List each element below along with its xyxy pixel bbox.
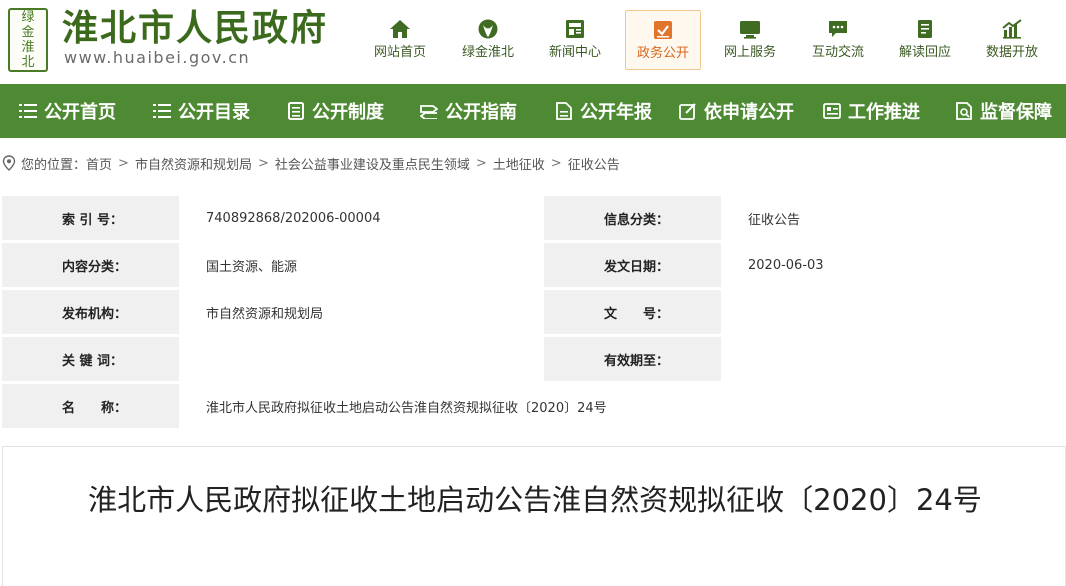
- topnav-label: 数据开放: [985, 45, 1038, 60]
- leaf-globe-icon: [477, 18, 499, 40]
- index-number-label: 索 引 号：: [2, 196, 179, 240]
- document-number-label: 文 号：: [544, 290, 721, 334]
- breadcrumb-separator: >: [550, 155, 562, 171]
- supervise-icon: [954, 101, 974, 121]
- gov-open-icon: [652, 19, 674, 41]
- topnav-open-data[interactable]: 数据开放: [974, 10, 1050, 70]
- table-row: 名 称： 淮北市人民政府拟征收土地启动公告淮自然资规拟征收〔2020〕24号: [2, 384, 1066, 428]
- breadcrumb-separator: >: [257, 155, 269, 171]
- mainnav-label: 公开首页: [44, 102, 116, 123]
- table-row: 关 键 词： 有效期至：: [2, 337, 1066, 381]
- topnav-label: 新闻中心: [548, 45, 601, 60]
- mainnav-label: 公开年报: [580, 102, 652, 123]
- breadcrumb-land-acquisition[interactable]: 土地征收: [493, 154, 545, 173]
- mainnav-supervision[interactable]: 监督保障: [954, 84, 1052, 138]
- topnav-interaction[interactable]: 互动交流: [800, 10, 876, 70]
- info-category-value: 征收公告: [724, 196, 1066, 240]
- breadcrumb-acquisition-notice[interactable]: 征收公告: [568, 154, 620, 173]
- topnav-label: 网站首页: [373, 45, 426, 60]
- list-icon: [18, 101, 38, 121]
- document-name-value: 淮北市人民政府拟征收土地启动公告淮自然资规拟征收〔2020〕24号: [182, 384, 1066, 428]
- progress-icon: [822, 101, 842, 121]
- site-logo-icon[interactable]: 绿 金 淮 北: [8, 8, 48, 72]
- home-icon: [389, 18, 411, 40]
- mainnav-label: 监督保障: [980, 102, 1052, 123]
- topnav-label: 互动交流: [811, 45, 864, 60]
- keywords-value: [182, 337, 542, 381]
- topnav-label: 网上服务: [723, 45, 776, 60]
- guide-icon: [419, 101, 439, 121]
- top-navigation: 网站首页 绿金淮北 新闻中心 政务公开 网上服务 互动交流 解读回应 数据开放: [360, 10, 1060, 72]
- table-row: 内容分类： 国土资源、能源 发文日期： 2020-06-03: [2, 243, 1066, 287]
- breadcrumb-prefix: 您的位置：: [21, 157, 87, 173]
- topnav-label: 绿金淮北: [461, 45, 514, 60]
- content-category-label: 内容分类：: [2, 243, 179, 287]
- logo-char: 绿: [21, 10, 35, 25]
- site-title[interactable]: 淮北市人民政府: [62, 6, 328, 50]
- logo-char: 淮: [21, 40, 35, 55]
- monitor-icon: [739, 18, 761, 40]
- mainnav-label: 公开目录: [178, 102, 250, 123]
- article-container: 淮北市人民政府拟征收土地启动公告淮自然资规拟征收〔2020〕24号: [2, 446, 1066, 586]
- validity-value: [724, 337, 1066, 381]
- mainnav-label: 公开制度: [312, 102, 384, 123]
- report-icon: [554, 101, 574, 121]
- edit-icon: [678, 101, 698, 121]
- publisher-value: 市自然资源和规划局: [182, 290, 542, 334]
- topnav-home[interactable]: 网站首页: [362, 10, 438, 70]
- logo-char: 北: [21, 55, 35, 70]
- content-category-value: 国土资源、能源: [182, 243, 542, 287]
- mainnav-open-annual-report[interactable]: 公开年报: [554, 84, 652, 138]
- site-url: www.huaibei.gov.cn: [64, 48, 251, 67]
- mainnav-open-home[interactable]: 公开首页: [18, 84, 116, 138]
- breadcrumb-separator: >: [475, 155, 487, 171]
- topnav-news[interactable]: 新闻中心: [537, 10, 613, 70]
- topnav-interpretation[interactable]: 解读回应: [887, 10, 963, 70]
- topnav-green-huaibei[interactable]: 绿金淮北: [450, 10, 526, 70]
- breadcrumb-separator: >: [118, 155, 129, 171]
- issue-date-value: 2020-06-03: [724, 243, 1066, 287]
- mainnav-label: 公开指南: [445, 102, 517, 123]
- logo-char: 金: [21, 25, 35, 40]
- mainnav-open-system[interactable]: 公开制度: [286, 84, 384, 138]
- breadcrumb-home[interactable]: 首页: [86, 154, 112, 173]
- info-category-label: 信息分类：: [544, 196, 721, 240]
- mainnav-open-guide[interactable]: 公开指南: [419, 84, 517, 138]
- table-row: 发布机构： 市自然资源和规划局 文 号：: [2, 290, 1066, 334]
- mainnav-open-catalog[interactable]: 公开目录: [152, 84, 250, 138]
- index-number-value: 740892868/202006-00004: [182, 196, 542, 240]
- main-navigation-bar: 公开首页 公开目录 公开制度 公开指南 公开年报 依申请公开 工作推进 监督保障: [0, 84, 1066, 138]
- topnav-label: 政务公开: [636, 46, 689, 61]
- topnav-label: 解读回应: [898, 45, 951, 60]
- mainnav-label: 依申请公开: [704, 102, 794, 123]
- breadcrumb-public-welfare[interactable]: 社会公益事业建设及重点民生领域: [275, 154, 470, 173]
- chart-icon: [1001, 18, 1023, 40]
- publisher-label: 发布机构：: [2, 290, 179, 334]
- book-icon: [914, 18, 936, 40]
- mainnav-label: 工作推进: [848, 102, 920, 123]
- validity-label: 有效期至：: [544, 337, 721, 381]
- location-pin-icon: [2, 155, 16, 171]
- document-number-value: [724, 290, 1066, 334]
- document-icon: [286, 101, 306, 121]
- table-row: 索 引 号： 740892868/202006-00004 信息分类： 征收公告: [2, 196, 1066, 240]
- mainnav-work-progress[interactable]: 工作推进: [822, 84, 920, 138]
- issue-date-label: 发文日期：: [544, 243, 721, 287]
- article-title: 淮北市人民政府拟征收土地启动公告淮自然资规拟征收〔2020〕24号: [88, 483, 982, 517]
- chat-icon: [827, 18, 849, 40]
- topnav-online-service[interactable]: 网上服务: [712, 10, 788, 70]
- document-name-label: 名 称：: [2, 384, 179, 428]
- breadcrumb-bureau[interactable]: 市自然资源和规划局: [135, 154, 252, 173]
- site-header: 绿 金 淮 北 淮北市人民政府 www.huaibei.gov.cn 网站首页 …: [0, 0, 1066, 84]
- topnav-gov-open[interactable]: 政务公开: [625, 10, 701, 70]
- news-icon: [564, 18, 586, 40]
- breadcrumb: 您的位置： 首页 > 市自然资源和规划局 > 社会公益事业建设及重点民生领域 >…: [2, 152, 620, 174]
- mainnav-apply-disclosure[interactable]: 依申请公开: [678, 84, 794, 138]
- keywords-label: 关 键 词：: [2, 337, 179, 381]
- list-icon: [152, 101, 172, 121]
